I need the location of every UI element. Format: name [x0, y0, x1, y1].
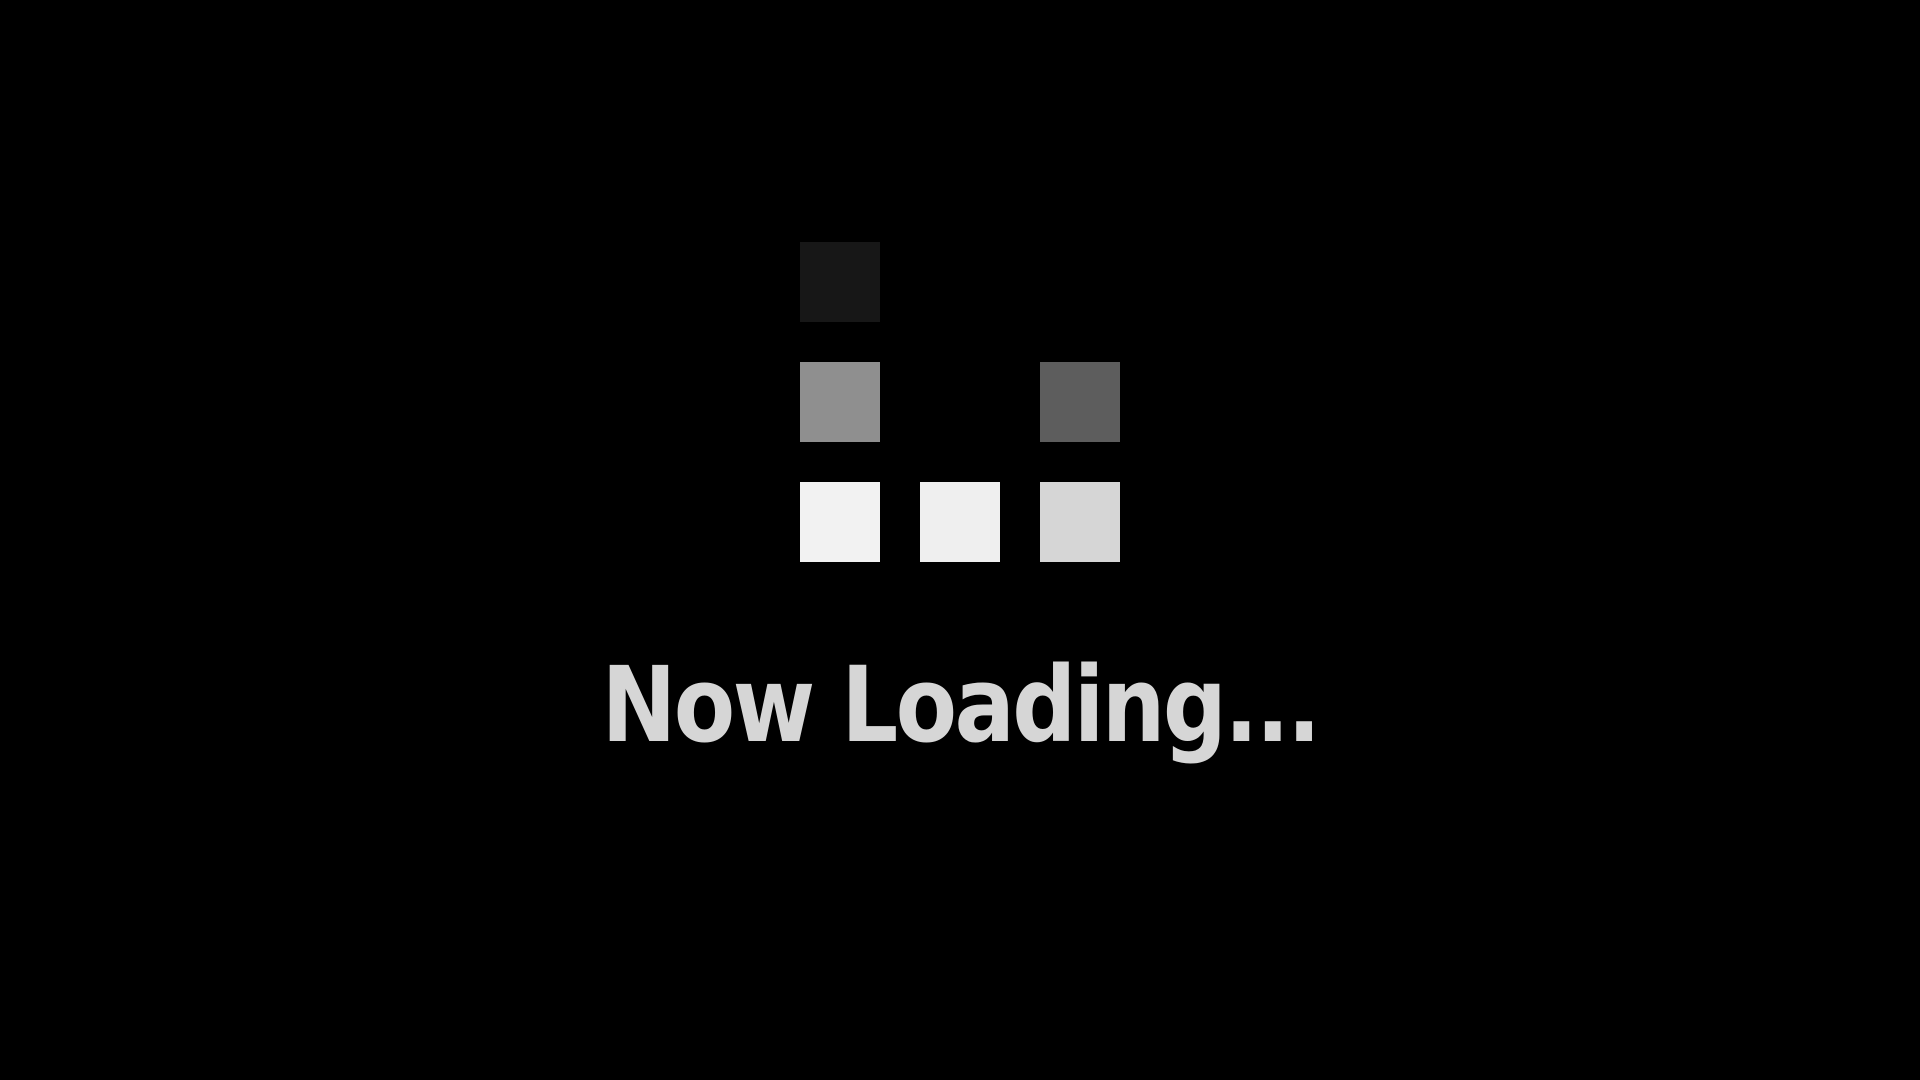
spinner-block-bottom-left	[800, 482, 880, 562]
loading-spinner-icon	[800, 242, 1120, 562]
spinner-block-bottom-center	[920, 482, 1000, 562]
spinner-block-top-left	[800, 242, 880, 322]
loading-screen: Now Loading...	[0, 0, 1920, 1080]
spinner-block-middle-left	[800, 362, 880, 442]
spinner-block-bottom-right	[1040, 482, 1120, 562]
spinner-block-middle-right	[1040, 362, 1120, 442]
loading-message: Now Loading...	[601, 644, 1321, 766]
